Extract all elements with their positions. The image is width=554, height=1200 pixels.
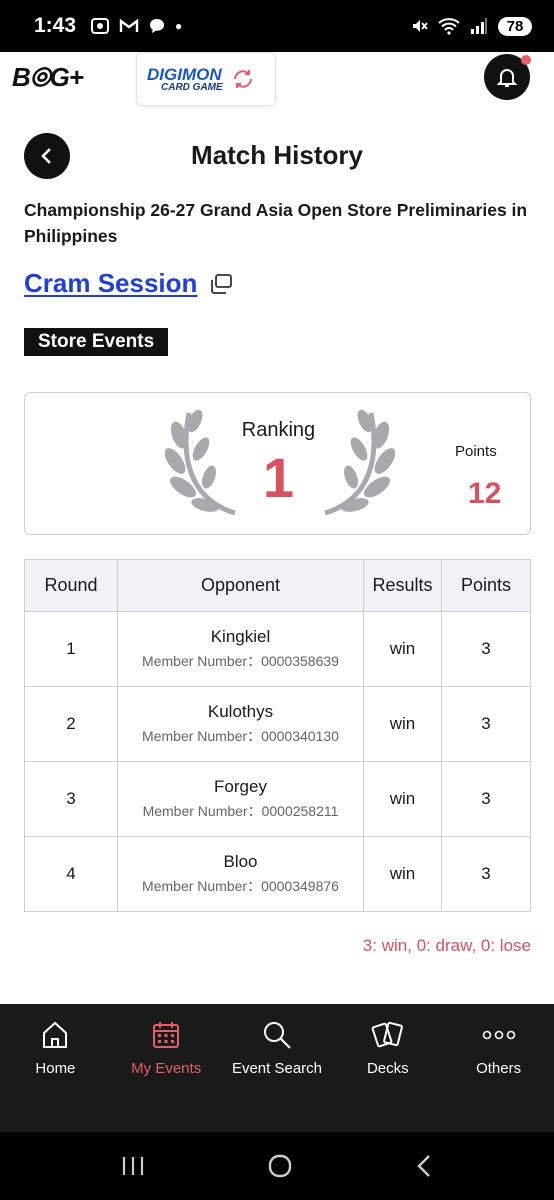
table-row: 2 Kulothys Member Number：0000340130 win 3 xyxy=(24,686,531,762)
result-cell: win xyxy=(363,686,442,762)
nav-my-events[interactable]: My Events xyxy=(111,1004,222,1132)
battery-level: 78 xyxy=(498,16,532,36)
round-cell: 1 xyxy=(24,611,118,687)
recents-icon[interactable] xyxy=(120,1155,146,1177)
result-cell: win xyxy=(363,761,442,837)
header-points: Points xyxy=(441,559,531,612)
table-row: 4 Bloo Member Number：0000349876 win 3 xyxy=(24,836,531,912)
points-cell: 3 xyxy=(441,836,531,912)
bell-icon xyxy=(496,69,518,87)
opponent-cell: Kingkiel Member Number：0000358639 xyxy=(117,611,364,687)
calendar-icon xyxy=(153,1022,180,1048)
game-logo-subtitle: CARD GAME xyxy=(161,81,223,93)
ranking-card: Ranking 1 Points 12 xyxy=(24,392,531,535)
signal-icon xyxy=(471,18,487,34)
status-time: 1:43 xyxy=(34,14,77,37)
store-link[interactable]: Cram Session xyxy=(24,268,197,299)
round-cell: 4 xyxy=(24,836,118,912)
round-cell: 3 xyxy=(24,761,118,837)
app-header: B⦾G+ DIGIMON CARD GAME xyxy=(0,52,554,112)
opponent-cell: Forgey Member Number：0000258211 xyxy=(117,761,364,837)
nav-decks[interactable]: Decks xyxy=(332,1004,443,1132)
opponent-name: Kingkiel xyxy=(210,627,271,646)
opponent-cell: Kulothys Member Number：0000340130 xyxy=(117,686,364,762)
switch-icon xyxy=(233,70,252,88)
mute-icon xyxy=(413,20,428,32)
header-results: Results xyxy=(363,559,442,612)
nav-home[interactable]: Home xyxy=(0,1004,111,1132)
opponent-name: Forgey xyxy=(214,777,267,796)
record-summary: 3: win, 0: draw, 0: lose xyxy=(362,936,531,955)
points-cell: 3 xyxy=(441,761,531,837)
nav-others-label: Others xyxy=(476,1060,522,1077)
header-round: Round xyxy=(24,559,118,612)
nav-others[interactable]: Others xyxy=(443,1004,554,1132)
table-header-row: Round Opponent Results Points xyxy=(24,559,531,612)
nav-decks-label: Decks xyxy=(366,1060,409,1077)
home-icon xyxy=(43,1021,68,1048)
app-logo[interactable]: B⦾G+ xyxy=(12,62,84,94)
result-cell: win xyxy=(363,836,442,912)
page-title: Match History xyxy=(191,140,363,170)
opponent-name: Kulothys xyxy=(207,702,274,721)
nav-event-search-label: Event Search xyxy=(231,1060,323,1077)
nav-home-label: Home xyxy=(35,1060,76,1077)
notification-dot xyxy=(521,55,531,65)
bottom-nav: Home My Events Event Search Decks Others xyxy=(0,1004,554,1132)
member-number: Member Number：0000349876 xyxy=(142,878,339,894)
member-number: Member Number：0000358639 xyxy=(142,653,339,669)
notifications-button[interactable] xyxy=(484,54,531,100)
event-type-tag: Store Events xyxy=(24,328,169,356)
screenshot-icon xyxy=(91,18,110,34)
points-label: Points xyxy=(455,443,497,460)
table-row: 1 Kingkiel Member Number：0000358639 win 3 xyxy=(24,611,531,687)
cards-icon xyxy=(371,1021,403,1048)
external-window-icon[interactable] xyxy=(209,273,233,295)
game-switcher[interactable]: DIGIMON CARD GAME xyxy=(136,52,276,106)
opponent-cell: Bloo Member Number：0000349876 xyxy=(117,836,364,912)
ranking-label: Ranking xyxy=(241,419,316,441)
points-value: 12 xyxy=(468,477,502,510)
dot-icon: ● xyxy=(175,19,183,33)
back-nav-icon[interactable] xyxy=(414,1153,434,1179)
search-icon xyxy=(263,1022,291,1049)
member-number: Member Number：0000340130 xyxy=(142,728,339,744)
member-number: Member Number：0000258211 xyxy=(142,803,339,819)
nav-event-search[interactable]: Event Search xyxy=(222,1004,333,1132)
wifi-icon xyxy=(438,18,460,35)
points-cell: 3 xyxy=(441,611,531,687)
result-cell: win xyxy=(363,611,442,687)
points-cell: 3 xyxy=(441,686,531,762)
opponent-name: Bloo xyxy=(223,852,258,871)
notification-icons: ● xyxy=(90,17,182,35)
event-name: Championship 26-27 Grand Asia Open Store… xyxy=(24,200,528,246)
match-table: Round Opponent Results Points 1 Kingkiel… xyxy=(24,559,531,912)
system-status-icons: 78 xyxy=(410,16,532,36)
home-circle-icon[interactable] xyxy=(267,1153,293,1179)
store-row: Cram Session xyxy=(24,268,233,299)
system-nav-bar xyxy=(0,1132,554,1200)
table-row: 3 Forgey Member Number：0000258211 win 3 xyxy=(24,761,531,837)
chat-icon xyxy=(150,19,165,33)
status-bar: 1:43 ● 78 xyxy=(0,0,554,52)
round-cell: 2 xyxy=(24,686,118,762)
more-icon xyxy=(482,1030,515,1040)
nav-my-events-label: My Events xyxy=(131,1060,202,1077)
gmail-icon xyxy=(119,18,139,32)
game-logo-title: DIGIMON xyxy=(147,64,222,84)
header-opponent: Opponent xyxy=(117,559,364,612)
